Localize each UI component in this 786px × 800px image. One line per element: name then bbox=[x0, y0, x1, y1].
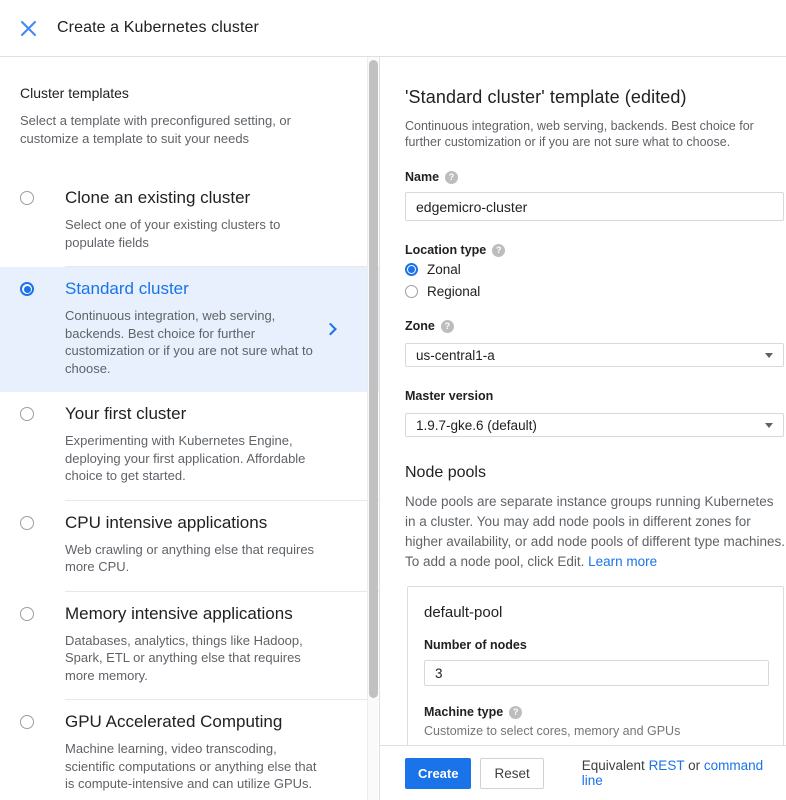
pool-name: default-pool bbox=[424, 604, 767, 621]
chevron-right-icon bbox=[324, 322, 337, 335]
radio-unselected-icon[interactable] bbox=[20, 191, 34, 205]
number-of-nodes-input[interactable] bbox=[424, 660, 769, 686]
regional-label: Regional bbox=[427, 284, 480, 299]
zone-value: us-central1-a bbox=[416, 348, 495, 363]
sidebar-description: Select a template with preconfigured set… bbox=[20, 112, 345, 148]
template-option-clone-existing[interactable]: Clone an existing cluster Select one of … bbox=[0, 176, 379, 266]
zone-label: Zone bbox=[405, 319, 435, 333]
template-title: CPU intensive applications bbox=[65, 513, 359, 533]
template-title: GPU Accelerated Computing bbox=[65, 712, 359, 732]
action-bar: Create Reset Equivalent REST or command … bbox=[380, 745, 786, 800]
help-icon[interactable]: ? bbox=[509, 706, 522, 719]
template-description: Select one of your existing clusters to … bbox=[65, 216, 323, 251]
radio-unselected-icon[interactable] bbox=[405, 285, 418, 298]
location-type-label: Location type bbox=[405, 243, 486, 257]
help-icon[interactable]: ? bbox=[441, 320, 454, 333]
learn-more-link[interactable]: Learn more bbox=[588, 554, 657, 569]
name-label: Name bbox=[405, 170, 439, 184]
page-title: Create a Kubernetes cluster bbox=[57, 19, 259, 37]
dropdown-caret-icon bbox=[765, 423, 773, 428]
machine-type-hint: Customize to select cores, memory and GP… bbox=[424, 724, 767, 738]
radio-selected-icon[interactable] bbox=[20, 282, 34, 296]
template-description: Machine learning, video transcoding, sci… bbox=[65, 740, 323, 793]
dialog-header: Create a Kubernetes cluster bbox=[0, 0, 786, 57]
dropdown-caret-icon bbox=[765, 353, 773, 358]
default-pool-card: default-pool Number of nodes Machine typ… bbox=[407, 586, 784, 745]
template-title: Clone an existing cluster bbox=[65, 188, 359, 208]
equivalent-links: Equivalent REST or command line bbox=[582, 758, 786, 788]
close-icon[interactable] bbox=[8, 8, 48, 48]
template-option-cpu-intensive[interactable]: CPU intensive applications Web crawling … bbox=[0, 501, 379, 591]
template-option-memory-intensive[interactable]: Memory intensive applications Databases,… bbox=[0, 592, 379, 700]
rest-link[interactable]: REST bbox=[649, 758, 685, 773]
template-title: Standard cluster bbox=[65, 279, 359, 299]
reset-button[interactable]: Reset bbox=[480, 758, 543, 789]
master-version-label: Master version bbox=[405, 389, 493, 403]
template-description: Databases, analytics, things like Hadoop… bbox=[65, 632, 323, 685]
number-of-nodes-label: Number of nodes bbox=[424, 638, 527, 652]
sidebar-scrollbar-track[interactable] bbox=[367, 57, 378, 800]
radio-unselected-icon[interactable] bbox=[20, 715, 34, 729]
location-regional-radio[interactable]: Regional bbox=[405, 284, 786, 299]
equivalent-prefix: Equivalent bbox=[582, 758, 645, 773]
location-zonal-radio[interactable]: Zonal bbox=[405, 262, 786, 277]
template-description: Web crawling or anything else that requi… bbox=[65, 541, 323, 576]
help-icon[interactable]: ? bbox=[445, 171, 458, 184]
create-button[interactable]: Create bbox=[405, 758, 471, 789]
template-title: Memory intensive applications bbox=[65, 604, 359, 624]
template-title: Your first cluster bbox=[65, 404, 359, 424]
node-pools-heading: Node pools bbox=[405, 464, 786, 482]
template-detail-description: Continuous integration, web serving, bac… bbox=[405, 118, 784, 150]
radio-unselected-icon[interactable] bbox=[20, 407, 34, 421]
master-version-value: 1.9.7-gke.6 (default) bbox=[416, 418, 537, 433]
template-description: Experimenting with Kubernetes Engine, de… bbox=[65, 432, 323, 485]
master-version-select[interactable]: 1.9.7-gke.6 (default) bbox=[405, 413, 784, 437]
sidebar-heading: Cluster templates bbox=[20, 85, 345, 101]
cluster-name-input[interactable] bbox=[405, 192, 784, 221]
help-icon[interactable]: ? bbox=[492, 244, 505, 257]
or-text: or bbox=[688, 758, 700, 773]
template-option-standard-cluster[interactable]: Standard cluster Continuous integration,… bbox=[0, 267, 379, 392]
template-option-gpu-accelerated[interactable]: GPU Accelerated Computing Machine learni… bbox=[0, 700, 379, 800]
radio-selected-icon[interactable] bbox=[405, 263, 418, 276]
node-pools-description: Node pools are separate instance groups … bbox=[405, 492, 785, 572]
zonal-label: Zonal bbox=[427, 262, 461, 277]
zone-select[interactable]: us-central1-a bbox=[405, 343, 784, 367]
cluster-templates-sidebar: Cluster templates Select a template with… bbox=[0, 57, 380, 800]
radio-unselected-icon[interactable] bbox=[20, 516, 34, 530]
sidebar-scrollbar-thumb[interactable] bbox=[369, 60, 378, 698]
template-option-first-cluster[interactable]: Your first cluster Experimenting with Ku… bbox=[0, 392, 379, 500]
template-list: Clone an existing cluster Select one of … bbox=[0, 176, 379, 800]
radio-unselected-icon[interactable] bbox=[20, 607, 34, 621]
template-detail-title: 'Standard cluster' template (edited) bbox=[405, 87, 786, 108]
template-detail-panel: 'Standard cluster' template (edited) Con… bbox=[380, 57, 786, 745]
machine-type-label: Machine type bbox=[424, 705, 503, 719]
template-description: Continuous integration, web serving, bac… bbox=[65, 307, 323, 377]
